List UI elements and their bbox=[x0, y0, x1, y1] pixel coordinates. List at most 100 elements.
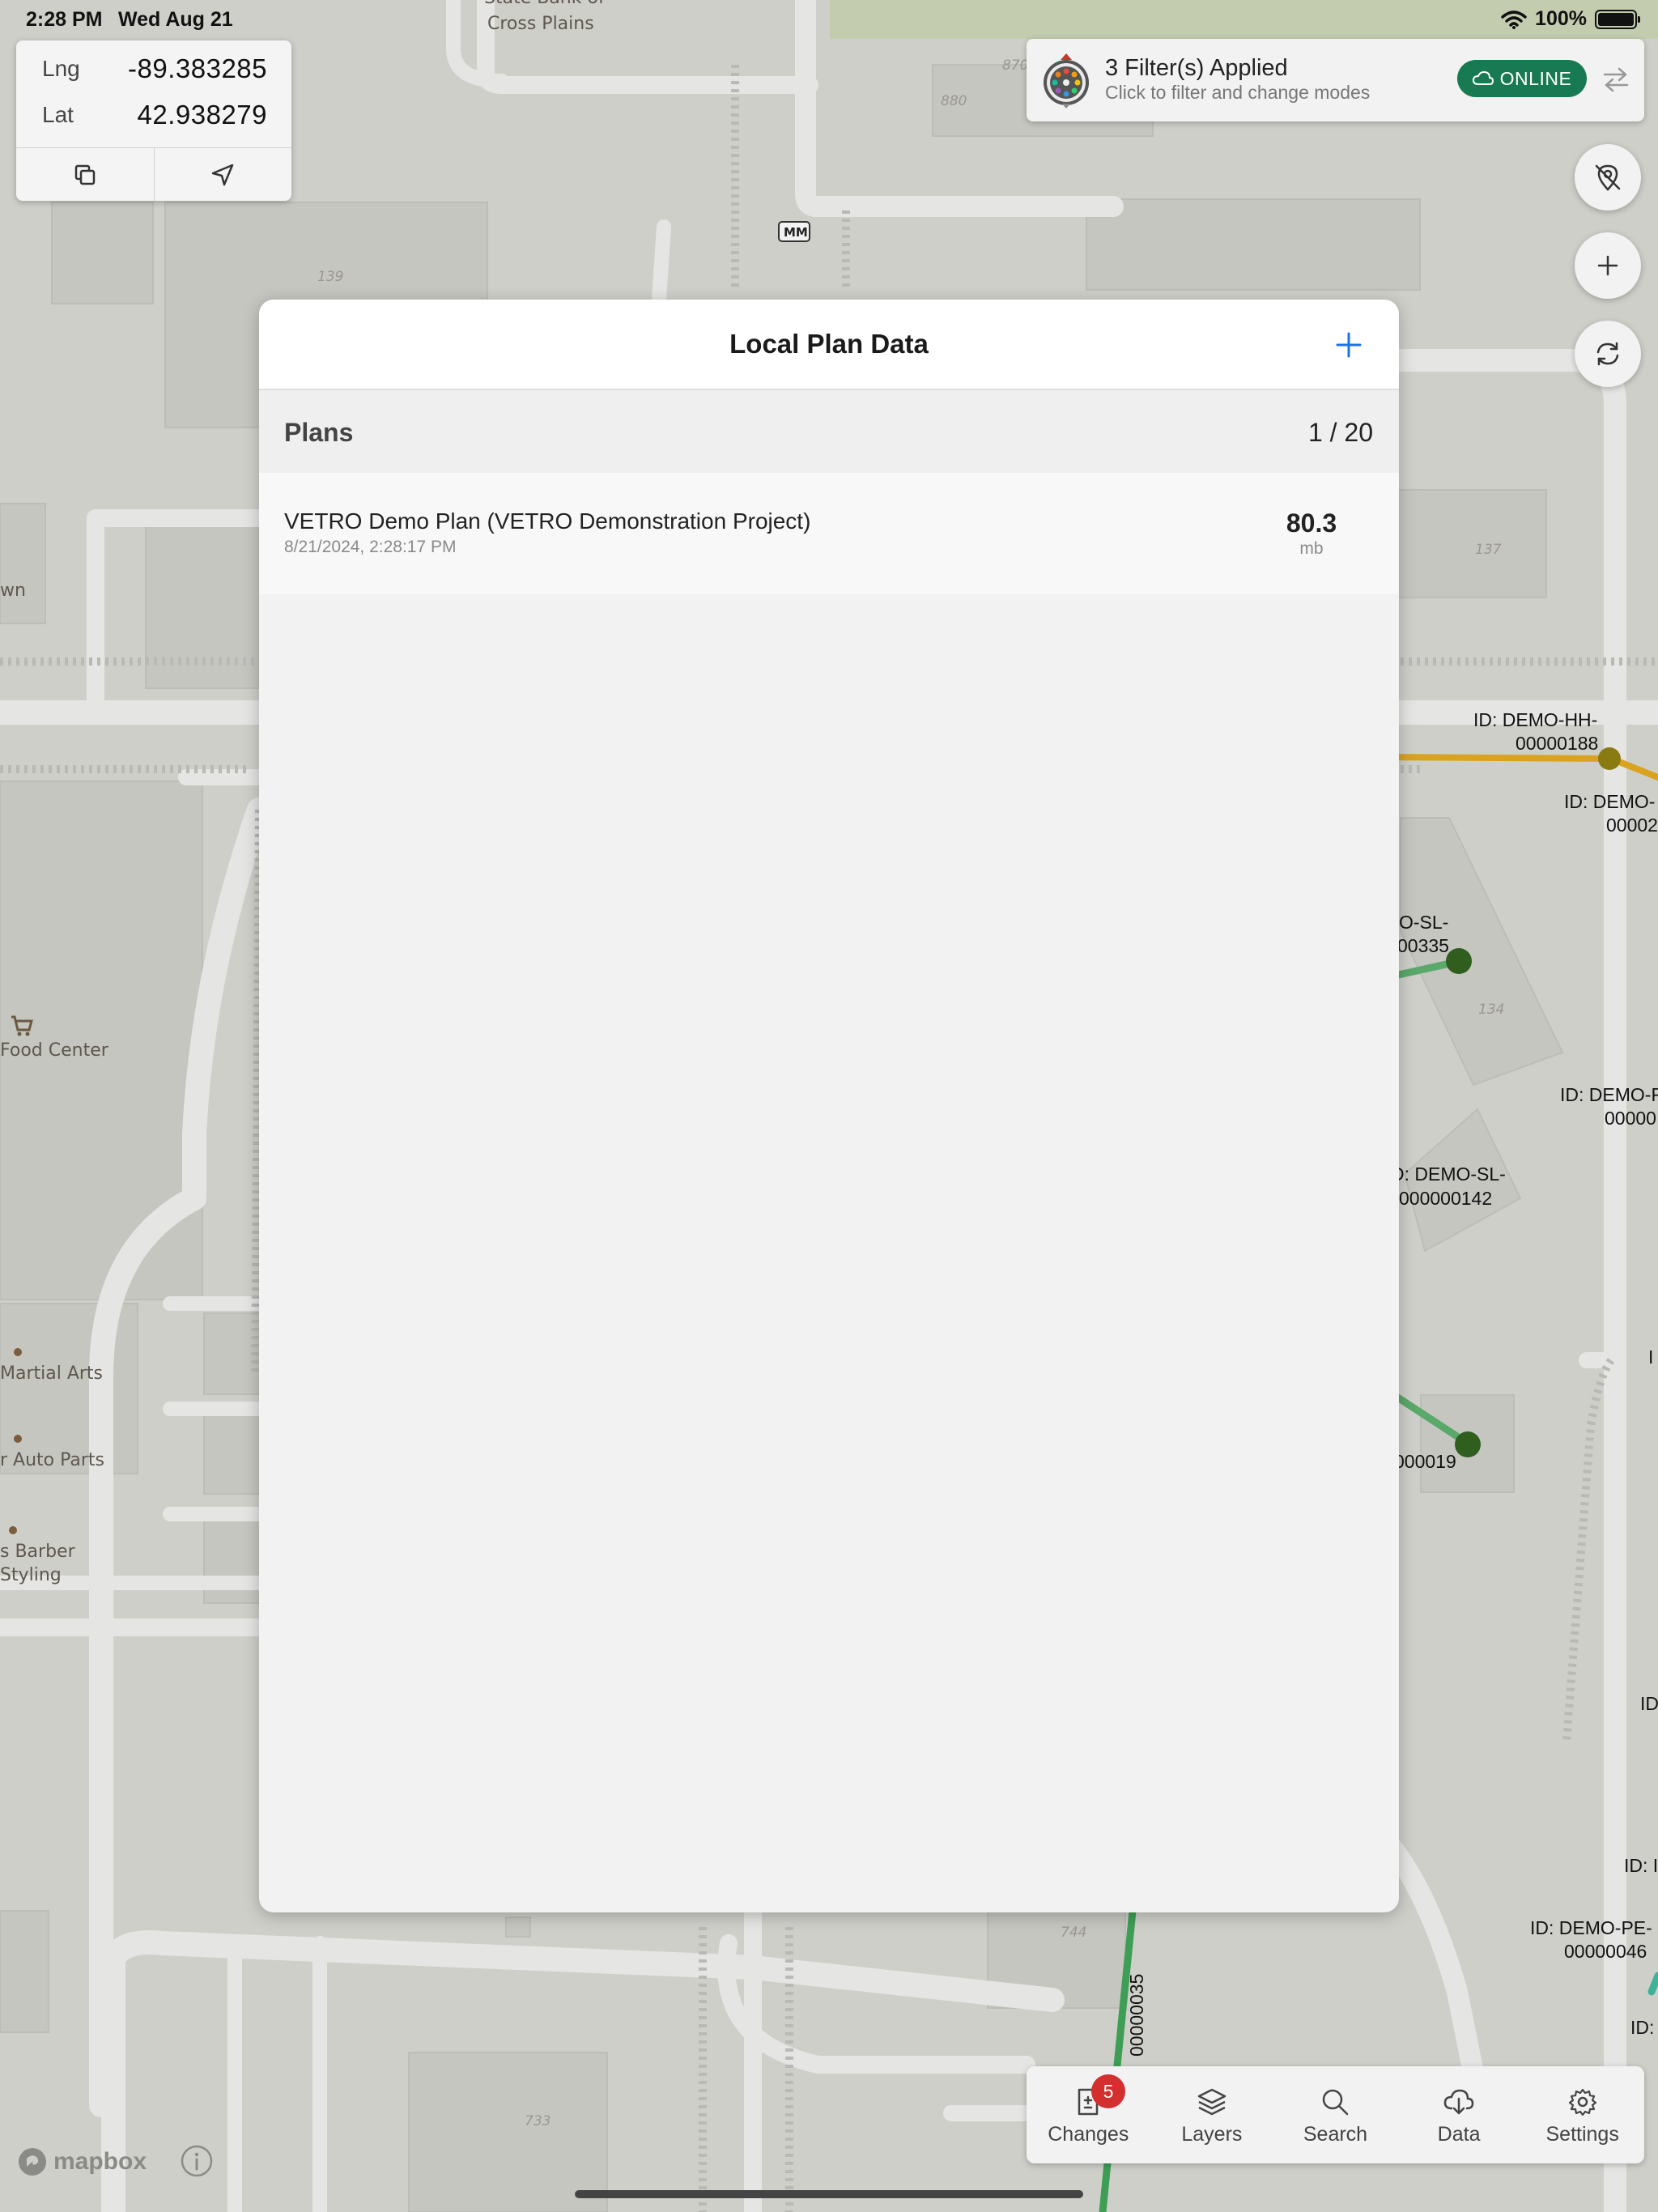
tab-layers[interactable]: Layers bbox=[1150, 2066, 1274, 2163]
plans-section-header: Plans 1 / 20 bbox=[259, 390, 1399, 473]
filter-subtitle: Click to filter and change modes bbox=[1105, 82, 1371, 103]
add-plan-button[interactable] bbox=[1331, 327, 1367, 363]
info-icon[interactable] bbox=[180, 2144, 214, 2178]
building-number: 880 bbox=[941, 93, 967, 109]
hide-location-button[interactable] bbox=[1575, 144, 1641, 211]
filter-bar[interactable]: 3 Filter(s) Applied Click to filter and … bbox=[1027, 39, 1644, 121]
lng-value: -89.383285 bbox=[128, 53, 267, 83]
tab-label: Changes bbox=[1048, 2123, 1129, 2146]
lat-row: Lat 42.938279 bbox=[16, 91, 291, 138]
plan-size: 80.3 bbox=[1286, 508, 1337, 538]
mapbox-logo-text: mapbox bbox=[53, 2148, 147, 2175]
poi-dot-icon bbox=[9, 1526, 17, 1534]
gear-icon bbox=[1568, 2088, 1596, 2116]
lng-row: Lng -89.383285 bbox=[16, 45, 291, 91]
map-label-food: Food Center bbox=[0, 1040, 109, 1061]
search-icon bbox=[1323, 2089, 1349, 2116]
status-time: 2:28 PM bbox=[26, 8, 103, 31]
online-status-badge[interactable]: ONLINE bbox=[1457, 60, 1587, 97]
data-download-icon bbox=[1443, 2089, 1474, 2115]
feature-label: 00002 bbox=[1606, 815, 1658, 836]
building-number: 139 bbox=[317, 269, 343, 285]
plans-count: 1 / 20 bbox=[1307, 418, 1373, 447]
feature-label: O-SL- bbox=[1399, 912, 1448, 933]
building-number: 733 bbox=[525, 2113, 551, 2129]
wifi-icon bbox=[1501, 10, 1527, 29]
feature-label: 00000046 bbox=[1564, 1941, 1647, 1962]
tab-data[interactable]: Data bbox=[1397, 2066, 1521, 2163]
cloud-icon bbox=[1472, 71, 1494, 85]
feature-label: 00335 bbox=[1397, 935, 1449, 956]
changes-badge: 5 bbox=[1091, 2074, 1125, 2108]
feature-label: 000000142 bbox=[1399, 1188, 1492, 1209]
lng-label: Lng bbox=[42, 55, 80, 81]
modal-header: Local Plan Data bbox=[259, 300, 1399, 390]
filter-title: 3 Filter(s) Applied bbox=[1105, 55, 1288, 81]
feature-label: D: DEMO-SL- bbox=[1391, 1163, 1506, 1185]
battery-percent: 100% bbox=[1535, 7, 1587, 30]
status-date: Wed Aug 21 bbox=[118, 8, 233, 31]
refresh-icon bbox=[1596, 342, 1619, 366]
location-off-icon bbox=[1595, 164, 1621, 191]
feature-label: ID: I bbox=[1624, 1855, 1658, 1876]
home-indicator[interactable] bbox=[575, 2190, 1083, 2198]
mapbox-logo-icon bbox=[19, 2148, 46, 2176]
locate-me-button[interactable] bbox=[153, 148, 292, 201]
map-label-town: wn bbox=[0, 581, 26, 601]
plans-section-title: Plans bbox=[284, 418, 354, 447]
building-number: 744 bbox=[1061, 1925, 1086, 1941]
plan-size-unit: mb bbox=[1299, 539, 1324, 558]
plan-date: 8/21/2024, 2:28:17 PM bbox=[284, 538, 457, 556]
feature-label: I bbox=[1648, 1346, 1653, 1368]
zoom-in-button[interactable] bbox=[1575, 232, 1641, 299]
feature-label: 00000188 bbox=[1516, 733, 1598, 754]
plan-list-item[interactable]: VETRO Demo Plan (VETRO Demonstration Pro… bbox=[259, 473, 1399, 594]
vetro-logo-icon bbox=[1044, 53, 1089, 108]
layers-icon bbox=[1197, 2088, 1226, 2116]
modal-title: Local Plan Data bbox=[729, 329, 929, 359]
tab-changes[interactable]: 5 Changes bbox=[1027, 2066, 1150, 2163]
map-label-martial: Martial Arts bbox=[0, 1363, 103, 1384]
map-label-auto: r Auto Parts bbox=[0, 1450, 104, 1470]
status-right: 100% bbox=[1501, 7, 1640, 31]
poi-dot-icon bbox=[14, 1435, 22, 1443]
coordinate-tools bbox=[16, 147, 291, 201]
plus-icon bbox=[1336, 332, 1362, 358]
copy-icon bbox=[74, 164, 95, 185]
navigation-arrow-icon bbox=[212, 164, 234, 185]
building-number: 137 bbox=[1475, 542, 1502, 558]
tab-label: Data bbox=[1437, 2123, 1481, 2146]
tab-label: Search bbox=[1303, 2123, 1368, 2146]
feature-label: ID: bbox=[1630, 2017, 1654, 2038]
plus-icon bbox=[1597, 255, 1618, 276]
tab-search[interactable]: Search bbox=[1273, 2066, 1397, 2163]
swap-arrows-icon[interactable] bbox=[1600, 63, 1632, 96]
plan-name: VETRO Demo Plan (VETRO Demonstration Pro… bbox=[284, 508, 811, 534]
coordinates-panel: Lng -89.383285 Lat 42.938279 bbox=[16, 40, 291, 201]
battery-icon bbox=[1595, 9, 1640, 29]
bottom-tab-bar: 5 Changes Layers Search Data Settings bbox=[1027, 2066, 1644, 2163]
feature-label: 00000035 bbox=[1126, 1974, 1147, 2057]
feature-label: ID bbox=[1640, 1693, 1658, 1714]
building-number: 134 bbox=[1478, 1002, 1504, 1018]
feature-label: ID: DEMO- bbox=[1564, 791, 1655, 812]
status-bar: 2:28 PM Wed Aug 21 100% bbox=[0, 0, 1658, 39]
tab-settings[interactable]: Settings bbox=[1520, 2066, 1644, 2163]
mapbox-logo[interactable]: mapbox bbox=[16, 2146, 147, 2178]
local-plan-data-modal: Local Plan Data Plans 1 / 20 VETRO Demo … bbox=[259, 300, 1399, 1912]
feature-label: ID: DEMO-HH- bbox=[1473, 709, 1597, 730]
online-status-label: ONLINE bbox=[1499, 67, 1572, 89]
copy-coordinates-button[interactable] bbox=[16, 148, 154, 201]
feature-label: ID: DEMO-F bbox=[1560, 1084, 1658, 1105]
lat-label: Lat bbox=[42, 101, 74, 127]
map-label-barber: s Barber bbox=[0, 1542, 76, 1562]
feature-label: 00000 bbox=[1605, 1108, 1656, 1129]
map-label-barber-2: Styling bbox=[0, 1565, 62, 1585]
lat-value: 42.938279 bbox=[137, 99, 267, 130]
refresh-button[interactable] bbox=[1575, 321, 1641, 387]
tab-label: Settings bbox=[1545, 2123, 1619, 2146]
feature-label: ID: DEMO-PE- bbox=[1530, 1917, 1652, 1938]
tab-label: Layers bbox=[1181, 2123, 1243, 2146]
poi-dot-icon bbox=[14, 1348, 22, 1356]
building-number: 870 bbox=[1002, 57, 1028, 74]
